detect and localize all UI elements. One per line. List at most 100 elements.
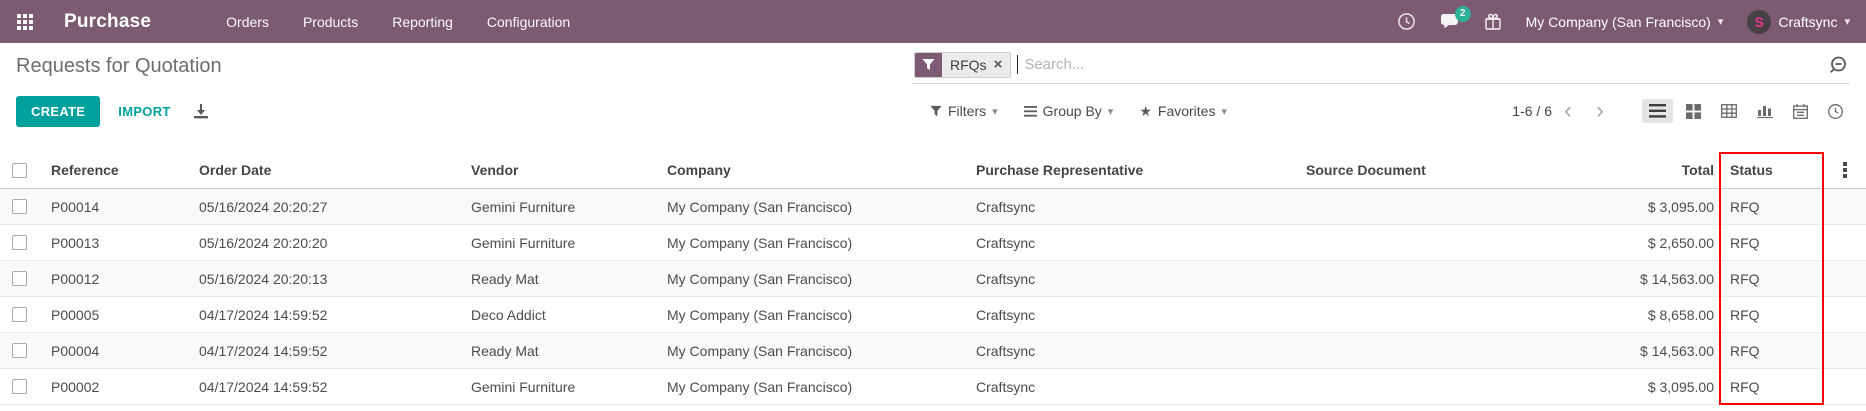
menu-products[interactable]: Products (290, 2, 371, 42)
row-checkbox[interactable] (12, 379, 27, 394)
column-header-source-document[interactable]: Source Document (1300, 162, 1530, 178)
menu-reporting[interactable]: Reporting (379, 2, 466, 42)
menu-configuration[interactable]: Configuration (474, 2, 583, 42)
view-switcher (1642, 99, 1850, 124)
user-name: Craftsync (1778, 14, 1837, 30)
cell-total: $ 14,563.00 (1530, 271, 1720, 287)
cell-vendor: Ready Mat (465, 343, 661, 359)
graph-view-button[interactable] (1750, 99, 1780, 123)
control-panel-buttons: CREATE IMPORT Filters ▾ Group By ▾ ★ Fav… (0, 89, 1866, 133)
cell-order-date: 04/17/2024 14:59:52 (193, 379, 465, 395)
pager-counter: 1-6 / 6 (1512, 103, 1552, 119)
top-navbar: Purchase Orders Products Reporting Confi… (0, 0, 1866, 43)
menu-orders[interactable]: Orders (213, 2, 282, 42)
cell-vendor: Gemini Furniture (465, 379, 661, 395)
column-header-reference[interactable]: Reference (45, 162, 193, 178)
calendar-icon (1793, 104, 1808, 119)
apps-menu-button[interactable] (0, 0, 50, 43)
app-brand-title: Purchase (64, 11, 151, 33)
cell-company: My Company (San Francisco) (661, 235, 970, 251)
create-button[interactable]: CREATE (16, 96, 100, 127)
table-row[interactable]: P00005 04/17/2024 14:59:52 Deco Addict M… (0, 297, 1866, 333)
graph-icon (1757, 104, 1773, 118)
kanban-icon (1686, 104, 1701, 119)
column-header-company[interactable]: Company (661, 162, 970, 178)
optional-columns-icon[interactable] (1843, 162, 1847, 178)
kanban-view-button[interactable] (1679, 99, 1708, 124)
row-checkbox[interactable] (12, 199, 27, 214)
search-input[interactable] (1018, 56, 1828, 73)
chevron-down-icon: ▾ (1718, 15, 1724, 28)
table-row[interactable]: P00013 05/16/2024 20:20:20 Gemini Furnit… (0, 225, 1866, 261)
cell-purchase-representative: Craftsync (970, 271, 1300, 287)
groupby-dropdown[interactable]: Group By ▾ (1024, 103, 1114, 119)
table-row[interactable]: P00002 04/17/2024 14:59:52 Gemini Furnit… (0, 369, 1866, 405)
search-facet-rfqs[interactable]: RFQs × (914, 52, 1011, 78)
cell-vendor: Deco Addict (465, 307, 661, 323)
cell-purchase-representative: Craftsync (970, 343, 1300, 359)
cell-vendor: Gemini Furniture (465, 199, 661, 215)
table-row[interactable]: P00012 05/16/2024 20:20:13 Ready Mat My … (0, 261, 1866, 297)
cell-order-date: 05/16/2024 20:20:27 (193, 199, 465, 215)
cell-reference: P00014 (45, 199, 193, 215)
cell-order-date: 04/17/2024 14:59:52 (193, 307, 465, 323)
activities-clock-icon[interactable] (1397, 12, 1416, 31)
import-button[interactable]: IMPORT (118, 104, 170, 119)
topbar-systray: 2 My Company (San Francisco) ▾ S Craftsy… (1397, 10, 1850, 34)
table-header-row: Reference Order Date Vendor Company Purc… (0, 152, 1866, 189)
row-checkbox[interactable] (12, 343, 27, 358)
user-menu[interactable]: S Craftsync ▾ (1747, 10, 1850, 34)
filter-funnel-icon (930, 105, 942, 117)
cell-total: $ 3,095.00 (1530, 199, 1720, 215)
star-icon: ★ (1139, 103, 1152, 120)
row-checkbox[interactable] (12, 235, 27, 250)
control-panel-top: Requests for Quotation RFQs × (0, 43, 1866, 89)
search-options: Filters ▾ Group By ▾ ★ Favorites ▾ (930, 103, 1227, 120)
cell-company: My Company (San Francisco) (661, 343, 970, 359)
group-by-icon (1024, 106, 1037, 117)
column-header-status[interactable]: Status (1720, 162, 1824, 178)
row-checkbox[interactable] (12, 271, 27, 286)
activity-clock-icon (1828, 104, 1843, 119)
favorites-dropdown[interactable]: ★ Favorites ▾ (1139, 103, 1227, 120)
filters-label: Filters (948, 103, 986, 119)
cell-vendor: Gemini Furniture (465, 235, 661, 251)
pager-next-button[interactable]: › (1584, 99, 1616, 123)
table-row[interactable]: P00014 05/16/2024 20:20:27 Gemini Furnit… (0, 189, 1866, 225)
cell-reference: P00004 (45, 343, 193, 359)
select-all-checkbox[interactable] (12, 163, 27, 178)
facet-remove-icon[interactable]: × (994, 56, 1003, 73)
cell-order-date: 05/16/2024 20:20:20 (193, 235, 465, 251)
list-view-button[interactable] (1642, 99, 1673, 123)
rfq-list-view: Reference Order Date Vendor Company Purc… (0, 152, 1866, 405)
groupby-label: Group By (1043, 103, 1102, 119)
filters-dropdown[interactable]: Filters ▾ (930, 103, 998, 119)
calendar-view-button[interactable] (1786, 99, 1815, 124)
column-header-purchase-representative[interactable]: Purchase Representative (970, 162, 1300, 178)
column-header-order-date[interactable]: Order Date (193, 162, 465, 178)
company-switcher[interactable]: My Company (San Francisco) ▾ (1526, 14, 1724, 30)
activity-view-button[interactable] (1821, 99, 1850, 124)
cell-status: RFQ (1720, 307, 1824, 323)
purchase-app-window: Purchase Orders Products Reporting Confi… (0, 0, 1866, 411)
page-title: Requests for Quotation (16, 55, 222, 78)
table-row[interactable]: P00004 04/17/2024 14:59:52 Ready Mat My … (0, 333, 1866, 369)
row-checkbox[interactable] (12, 307, 27, 322)
gift-icon[interactable] (1484, 12, 1502, 31)
pivot-view-button[interactable] (1714, 99, 1744, 123)
cell-purchase-representative: Craftsync (970, 307, 1300, 323)
chevron-down-icon: ▾ (992, 105, 998, 118)
main-menu: Orders Products Reporting Configuration (213, 2, 583, 42)
cell-company: My Company (San Francisco) (661, 379, 970, 395)
search-bar[interactable]: RFQs × (912, 48, 1850, 84)
column-header-total[interactable]: Total (1530, 162, 1720, 178)
cell-order-date: 04/17/2024 14:59:52 (193, 343, 465, 359)
messages-icon[interactable]: 2 (1440, 13, 1460, 31)
export-download-icon[interactable] (193, 103, 209, 119)
cell-status: RFQ (1720, 199, 1824, 215)
pivot-icon (1721, 104, 1737, 118)
pager-previous-button[interactable]: ‹ (1552, 99, 1584, 123)
search-icon[interactable] (1828, 55, 1848, 75)
list-icon (1649, 104, 1666, 118)
column-header-vendor[interactable]: Vendor (465, 162, 661, 178)
